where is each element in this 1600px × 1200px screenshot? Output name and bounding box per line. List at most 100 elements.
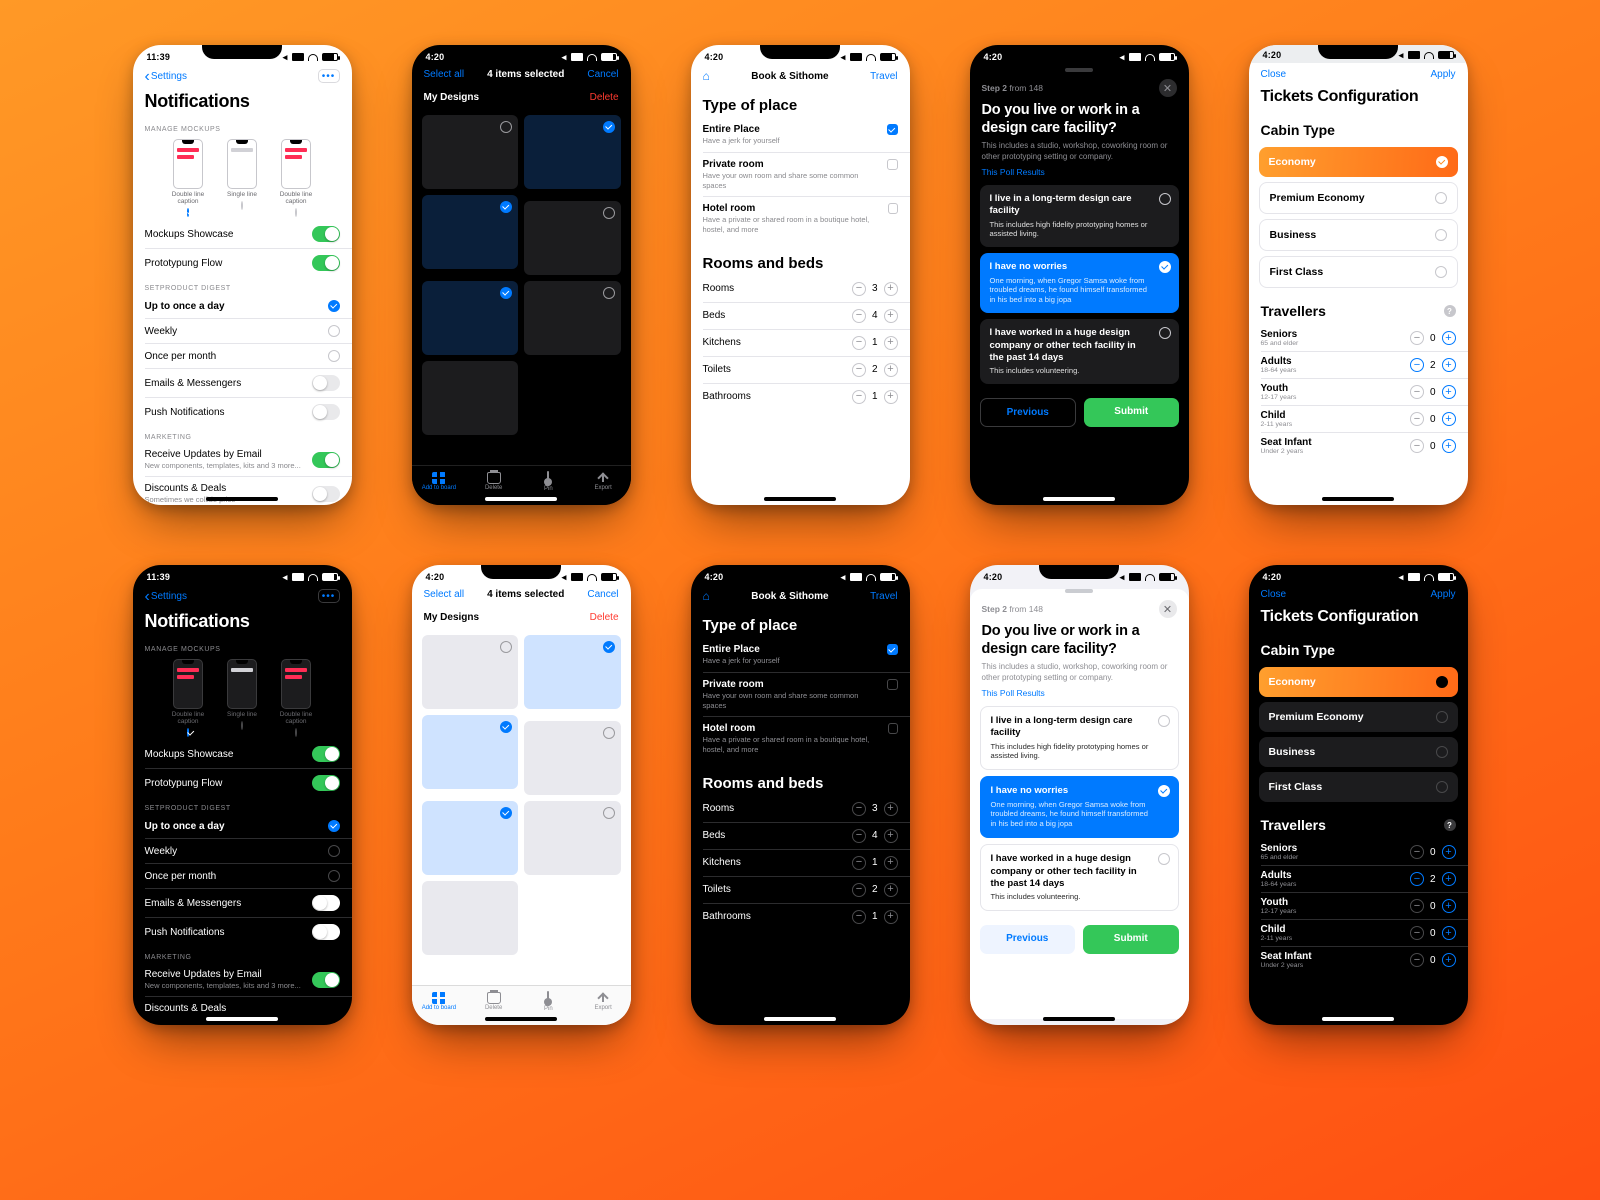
design-tile[interactable] bbox=[524, 201, 621, 275]
tab-delete[interactable]: Delete bbox=[466, 466, 521, 497]
design-tile[interactable] bbox=[524, 281, 621, 355]
help-icon[interactable]: ? bbox=[1444, 305, 1456, 317]
cabin-option[interactable]: Premium Economy bbox=[1259, 702, 1458, 732]
minus-button[interactable]: − bbox=[1410, 412, 1424, 426]
minus-button[interactable]: − bbox=[852, 282, 866, 296]
cabin-option[interactable]: First Class bbox=[1259, 772, 1458, 802]
radio-icon[interactable] bbox=[1436, 781, 1448, 793]
radio-icon[interactable] bbox=[1159, 261, 1171, 273]
toggle[interactable] bbox=[312, 375, 340, 391]
design-tile[interactable] bbox=[422, 801, 519, 875]
close-button[interactable]: Close bbox=[1261, 589, 1287, 600]
plus-button[interactable]: + bbox=[884, 282, 898, 296]
plus-button[interactable]: + bbox=[1442, 358, 1456, 372]
radio-icon[interactable] bbox=[1436, 676, 1448, 688]
travel-button[interactable]: Travel bbox=[870, 591, 897, 602]
cancel-button[interactable]: Cancel bbox=[587, 69, 618, 80]
submit-button[interactable]: Submit bbox=[1083, 925, 1179, 954]
select-dot[interactable] bbox=[500, 721, 512, 733]
plus-button[interactable]: + bbox=[1442, 872, 1456, 886]
minus-button[interactable]: − bbox=[852, 910, 866, 924]
cabin-option[interactable]: Economy bbox=[1259, 667, 1458, 697]
select-all-button[interactable]: Select all bbox=[424, 69, 465, 80]
design-tile[interactable] bbox=[524, 115, 621, 189]
design-tile[interactable] bbox=[422, 881, 519, 955]
toggle[interactable] bbox=[312, 404, 340, 420]
radio-icon[interactable] bbox=[328, 870, 340, 882]
previous-button[interactable]: Previous bbox=[980, 398, 1077, 427]
poll-option[interactable]: I have worked in a huge design company o… bbox=[980, 319, 1179, 384]
apply-button[interactable]: Apply bbox=[1430, 69, 1455, 80]
toggle[interactable] bbox=[312, 226, 340, 242]
back-button[interactable]: Settings bbox=[145, 591, 187, 602]
back-button[interactable]: Settings bbox=[145, 71, 187, 82]
tab-add-to-board[interactable]: Add to board bbox=[412, 466, 467, 497]
plus-button[interactable]: + bbox=[1442, 439, 1456, 453]
plus-button[interactable]: + bbox=[884, 856, 898, 870]
select-all-button[interactable]: Select all bbox=[424, 589, 465, 600]
toggle[interactable] bbox=[312, 895, 340, 911]
plus-button[interactable]: + bbox=[884, 883, 898, 897]
toggle[interactable] bbox=[312, 486, 340, 502]
radio-icon[interactable] bbox=[295, 208, 297, 217]
plus-button[interactable]: + bbox=[884, 802, 898, 816]
checkbox[interactable] bbox=[887, 644, 898, 655]
design-tile[interactable] bbox=[422, 361, 519, 435]
radio-icon[interactable] bbox=[1435, 192, 1447, 204]
design-tile[interactable] bbox=[422, 715, 519, 789]
mockup-option[interactable]: Double line caption bbox=[167, 659, 209, 736]
poll-option[interactable]: I have no worriesOne morning, when Grego… bbox=[980, 776, 1179, 838]
radio-icon[interactable] bbox=[1158, 853, 1170, 865]
tab-delete[interactable]: Delete bbox=[466, 986, 521, 1017]
plus-button[interactable]: + bbox=[884, 829, 898, 843]
submit-button[interactable]: Submit bbox=[1084, 398, 1179, 427]
poll-option[interactable]: I live in a long-term design care facili… bbox=[980, 706, 1179, 770]
minus-button[interactable]: − bbox=[1410, 872, 1424, 886]
design-tile[interactable] bbox=[524, 721, 621, 795]
radio-icon[interactable] bbox=[1436, 711, 1448, 723]
plus-button[interactable]: + bbox=[1442, 385, 1456, 399]
poll-option[interactable]: I live in a long-term design care facili… bbox=[980, 185, 1179, 247]
cabin-option[interactable]: Premium Economy bbox=[1259, 182, 1458, 214]
select-dot[interactable] bbox=[603, 807, 615, 819]
minus-button[interactable]: − bbox=[852, 802, 866, 816]
radio-icon[interactable] bbox=[1436, 156, 1448, 168]
help-icon[interactable]: ? bbox=[1444, 819, 1456, 831]
minus-button[interactable]: − bbox=[852, 363, 866, 377]
cabin-option[interactable]: First Class bbox=[1259, 256, 1458, 288]
plus-button[interactable]: + bbox=[1442, 331, 1456, 345]
toggle[interactable] bbox=[312, 746, 340, 762]
select-dot[interactable] bbox=[603, 727, 615, 739]
checkbox[interactable] bbox=[888, 723, 897, 734]
design-tile[interactable] bbox=[422, 635, 519, 709]
more-button[interactable]: ••• bbox=[318, 69, 340, 83]
cabin-option[interactable]: Business bbox=[1259, 737, 1458, 767]
plus-button[interactable]: + bbox=[1442, 926, 1456, 940]
previous-button[interactable]: Previous bbox=[980, 925, 1076, 954]
radio-icon[interactable] bbox=[328, 820, 340, 832]
minus-button[interactable]: − bbox=[852, 309, 866, 323]
checkbox[interactable] bbox=[887, 679, 898, 690]
design-tile[interactable] bbox=[422, 195, 519, 269]
plus-button[interactable]: + bbox=[1442, 845, 1456, 859]
plus-button[interactable]: + bbox=[1442, 412, 1456, 426]
select-dot[interactable] bbox=[603, 287, 615, 299]
radio-icon[interactable] bbox=[241, 721, 243, 730]
checkbox[interactable] bbox=[887, 124, 898, 135]
toggle[interactable] bbox=[312, 452, 340, 468]
plus-button[interactable]: + bbox=[1442, 899, 1456, 913]
design-tile[interactable] bbox=[422, 115, 519, 189]
checkbox[interactable] bbox=[887, 159, 898, 170]
radio-icon[interactable] bbox=[295, 728, 297, 737]
close-icon[interactable]: ✕ bbox=[1159, 600, 1177, 618]
select-dot[interactable] bbox=[603, 121, 615, 133]
radio-icon[interactable] bbox=[1158, 785, 1170, 797]
more-button[interactable]: ••• bbox=[318, 589, 340, 603]
radio-icon[interactable] bbox=[187, 208, 189, 217]
poll-option[interactable]: I have worked in a huge design company o… bbox=[980, 844, 1179, 911]
mockup-option[interactable]: Double line caption bbox=[275, 659, 317, 736]
select-dot[interactable] bbox=[603, 641, 615, 653]
radio-icon[interactable] bbox=[1436, 746, 1448, 758]
select-dot[interactable] bbox=[500, 287, 512, 299]
minus-button[interactable]: − bbox=[1410, 439, 1424, 453]
